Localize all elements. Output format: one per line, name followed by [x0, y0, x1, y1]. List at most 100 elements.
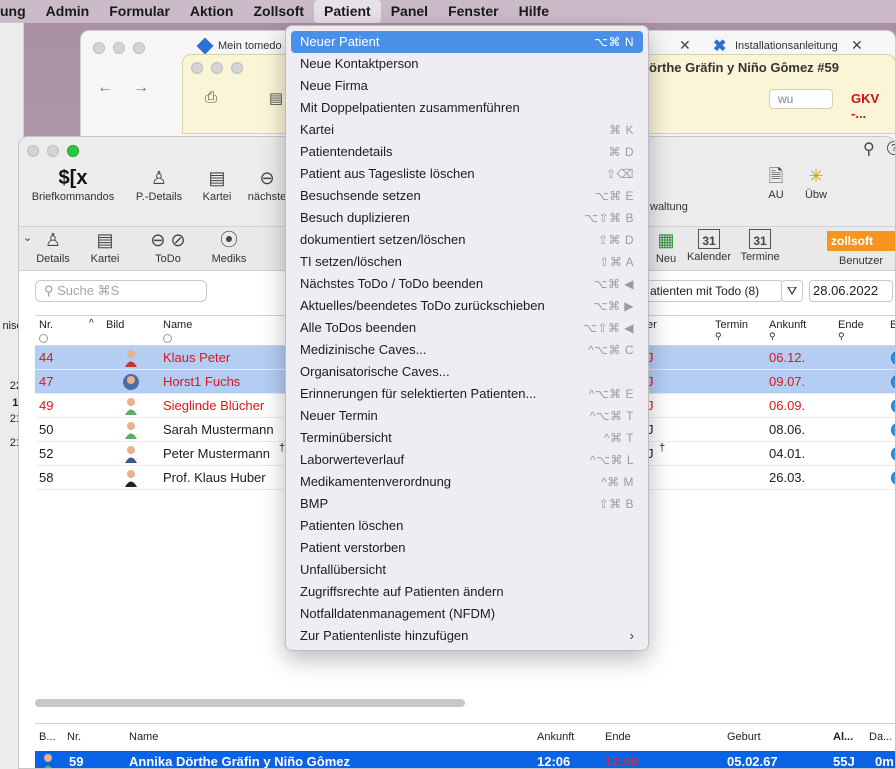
minimize-light[interactable] — [47, 145, 59, 157]
menu-item[interactable]: TI setzen/löschen ⇧⌘ A — [291, 251, 643, 273]
menu-item[interactable]: Kartei ⌘ K — [291, 119, 643, 141]
menu-item[interactable]: Patient aus Tagesliste löschen ⇧⌫ — [291, 163, 643, 185]
table-row[interactable]: 59 Annika Dörthe Gräfin y Niño Gômez 12:… — [35, 751, 895, 768]
zoom-light[interactable] — [133, 42, 145, 54]
search-icon[interactable]: ⚲ — [863, 139, 875, 159]
menu-panel[interactable]: Panel — [381, 0, 438, 23]
menu-item[interactable]: Patienten löschen — [291, 515, 643, 537]
menu-fenster[interactable]: Fenster — [438, 0, 509, 23]
briefkommandos-button[interactable]: $[x Briefkommandos — [27, 167, 119, 203]
menu-admin[interactable]: Admin — [36, 0, 100, 23]
menu-item[interactable]: Unfallübersicht — [291, 559, 643, 581]
tab-close-icon-2[interactable]: ✕ — [851, 37, 863, 54]
menu-item[interactable]: Mit Doppelpatienten zusammenführen — [291, 97, 643, 119]
sort-radio[interactable] — [39, 334, 48, 343]
minimize-light[interactable] — [113, 42, 125, 54]
menu-aktion[interactable]: Aktion — [180, 0, 244, 23]
wu-select[interactable]: wu — [769, 89, 833, 109]
menu-ung[interactable]: ung — [0, 0, 36, 23]
uebw-button[interactable]: ✳ Übw — [799, 165, 833, 201]
menu-item[interactable]: Patientendetails ⌘ D — [291, 141, 643, 163]
kartei-button[interactable]: ▤ Kartei — [195, 167, 239, 203]
zoom-light[interactable] — [67, 145, 79, 157]
col-da[interactable]: Da... — [869, 731, 892, 743]
menu-item[interactable]: BMP ⇧⌘ B — [291, 493, 643, 515]
menu-item[interactable]: Besuch duplizieren ⌥⇧⌘ B — [291, 207, 643, 229]
column-name[interactable]: Name — [163, 319, 192, 343]
column-ende[interactable]: Ende ⚲ — [838, 319, 864, 342]
browser-tab-title-2[interactable]: Installationsanleitung — [735, 40, 838, 52]
filter-dropdown[interactable]: atienten mit Todo (8) — [639, 280, 784, 302]
col-nr[interactable]: Nr. — [67, 731, 81, 743]
menu-item[interactable]: Nächstes ToDo / ToDo beenden ⌥⌘ ◀ — [291, 273, 643, 295]
menu-patient[interactable]: Patient — [314, 0, 381, 23]
search-input[interactable]: ⚲ Suche ⌘S — [35, 280, 207, 302]
collapse-icon[interactable]: ⌄ — [23, 231, 32, 244]
menu-item[interactable]: Notfalldatenmanagement (NFDM) — [291, 603, 643, 625]
close-light[interactable] — [27, 145, 39, 157]
col-ankunft[interactable]: Ankunft — [537, 731, 574, 743]
kartei-button[interactable]: ▤ Kartei — [85, 229, 125, 265]
menu-item[interactable]: Zugriffsrechte auf Patienten ändern — [291, 581, 643, 603]
tab-close-icon[interactable]: ✕ — [679, 37, 691, 54]
sort-radio[interactable] — [163, 334, 172, 343]
termine-button[interactable]: 31 Termine — [735, 229, 785, 263]
menu-item[interactable]: Organisatorische Caves... — [291, 361, 643, 383]
menu-item[interactable]: Medikamentenverordnung ^⌘ M — [291, 471, 643, 493]
menu-item[interactable]: Neuer Patient ⌥⌘ N — [291, 31, 643, 53]
menu-item[interactable]: Neue Kontaktperson — [291, 53, 643, 75]
menu-item[interactable]: Aktuelles/beendetes ToDo zurückschieben ⌥… — [291, 295, 643, 317]
verwaltung-label[interactable]: waltung — [650, 201, 688, 213]
au-button[interactable]: 🗎 AU — [759, 165, 793, 201]
col-ende[interactable]: Ende — [605, 731, 631, 743]
menu-item[interactable]: Terminübersicht ^⌘ T — [291, 427, 643, 449]
menu-item[interactable]: Neue Firma — [291, 75, 643, 97]
horizontal-scrollbar[interactable] — [35, 699, 465, 707]
menu-item[interactable]: Zur Patientenliste hinzufügen › — [291, 625, 643, 647]
kalender-button[interactable]: 31 Kalender — [683, 229, 735, 263]
mediks-button[interactable]: ⦿ Mediks — [207, 229, 251, 265]
p-details-button[interactable]: ♙ P.-Details — [129, 167, 189, 203]
menu-item[interactable]: Medizinische Caves... ^⌥⌘ C — [291, 339, 643, 361]
benutzer-field[interactable]: zollsoft — [827, 231, 895, 251]
help-icon[interactable]: ? — [887, 141, 895, 155]
close-light[interactable] — [93, 42, 105, 54]
column-bild[interactable]: Bild — [106, 319, 124, 331]
printer-icon[interactable]: ⎙ — [205, 89, 217, 106]
menu-zollsoft[interactable]: Zollsoft — [243, 0, 314, 23]
menu-item-shortcut: ⌥⌘ ◀ — [593, 277, 634, 291]
todo-button[interactable]: ⊖ ⊘ ToDo — [137, 229, 199, 265]
column-bild-label: Bild — [106, 319, 125, 331]
browser-tab-title[interactable]: Mein tomedo — [218, 40, 282, 52]
minimize-light[interactable] — [211, 62, 223, 74]
naechste-button[interactable]: ⊖ nächste — [245, 167, 289, 203]
col-al[interactable]: Al... — [833, 731, 853, 743]
forward-icon[interactable]: → — [133, 79, 149, 97]
menu-item-label: BMP — [300, 496, 329, 511]
menu-item[interactable]: Erinnerungen für selektierten Patienten.… — [291, 383, 643, 405]
menu-hilfe[interactable]: Hilfe — [509, 0, 559, 23]
zoom-light[interactable] — [231, 62, 243, 74]
col-name[interactable]: Name — [129, 731, 158, 743]
column-termin[interactable]: Termin ⚲ — [715, 319, 748, 342]
filter-icon[interactable]: ⛛ — [781, 280, 803, 302]
column-b[interactable]: B — [890, 319, 895, 331]
details-button[interactable]: ♙ Details — [33, 229, 73, 265]
menu-item[interactable]: Laborwerteverlauf ^⌥⌘ L — [291, 449, 643, 471]
menu-item[interactable]: Neuer Termin ^⌥⌘ T — [291, 405, 643, 427]
sort-arrow-icon: ^ — [89, 318, 94, 329]
menu-item[interactable]: Patient verstorben — [291, 537, 643, 559]
col-b[interactable]: B... — [39, 731, 56, 743]
menu-item[interactable]: Besuchsende setzen ⌥⌘ E — [291, 185, 643, 207]
date-field[interactable]: 28.06.2022 — [809, 280, 893, 302]
menu-item[interactable]: Alle ToDos beenden ⌥⇧⌘ ◀ — [291, 317, 643, 339]
save-icon[interactable]: ▤ — [269, 89, 283, 107]
column-nr[interactable]: Nr. — [39, 319, 53, 343]
menu-item[interactable]: dokumentiert setzen/löschen ⇧⌘ D — [291, 229, 643, 251]
close-light[interactable] — [191, 62, 203, 74]
col-geburt[interactable]: Geburt — [727, 731, 761, 743]
column-ankunft[interactable]: Ankunft ⚲ — [769, 319, 806, 342]
neu-button[interactable]: ▦ Neu — [651, 229, 681, 265]
menu-formular[interactable]: Formular — [99, 0, 180, 23]
back-icon[interactable]: ← — [97, 79, 113, 97]
